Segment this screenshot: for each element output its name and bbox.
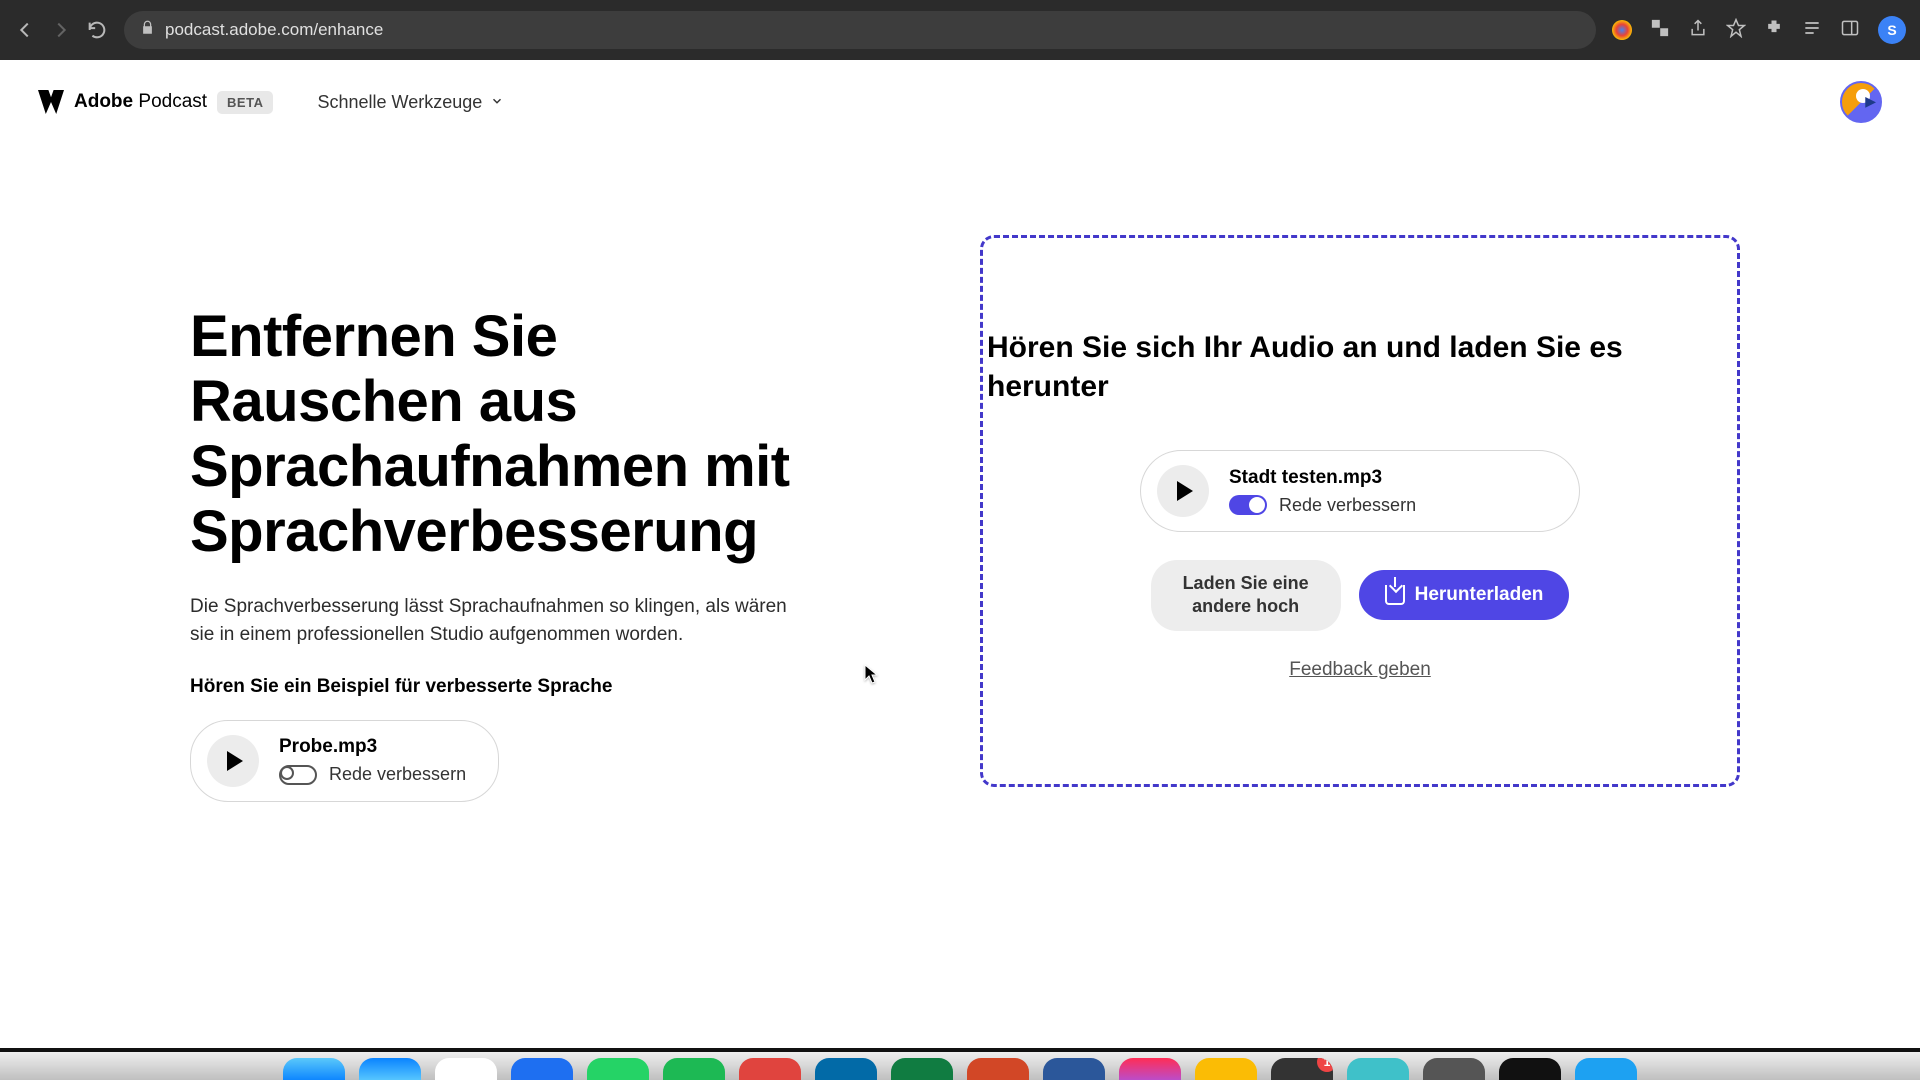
url-text: podcast.adobe.com/enhance: [165, 20, 383, 40]
macos-dock[interactable]: 1: [0, 1050, 1920, 1080]
download-button[interactable]: Herunterladen: [1359, 570, 1570, 620]
quick-tools-menu[interactable]: Schnelle Werkzeuge: [317, 92, 504, 113]
dock-whatsapp-icon[interactable]: [587, 1058, 649, 1080]
logo-text: Adobe Podcast: [74, 91, 207, 113]
forward-button[interactable]: [50, 19, 72, 41]
lock-icon: [140, 20, 155, 40]
address-bar[interactable]: podcast.adobe.com/enhance: [124, 11, 1596, 49]
dock-excel-icon[interactable]: [891, 1058, 953, 1080]
dock-powerpoint-icon[interactable]: [967, 1058, 1029, 1080]
panel-icon[interactable]: [1840, 18, 1860, 43]
page-subtitle: Die Sprachverbesserung lässt Sprachaufna…: [190, 593, 790, 650]
dock-app-icon[interactable]: [1119, 1058, 1181, 1080]
browser-chrome: podcast.adobe.com/enhance S: [0, 0, 1920, 60]
example-label: Hören Sie ein Beispiel für verbesserte S…: [190, 676, 810, 698]
play-icon: [1177, 481, 1193, 501]
google-icon[interactable]: [1612, 20, 1632, 40]
bookmark-icon[interactable]: [1726, 18, 1746, 43]
dock-app3-icon[interactable]: [1423, 1058, 1485, 1080]
dock-spotify-icon[interactable]: [663, 1058, 725, 1080]
upload-dropzone[interactable]: Hören Sie sich Ihr Audio an und laden Si…: [980, 235, 1740, 787]
sample-enhance-label: Rede verbessern: [329, 764, 466, 785]
reading-list-icon[interactable]: [1802, 18, 1822, 43]
dock-chrome-icon[interactable]: [435, 1058, 497, 1080]
dock-settings-icon[interactable]: 1: [1271, 1058, 1333, 1080]
dock-badge: 1: [1317, 1058, 1333, 1072]
chevron-down-icon: [490, 92, 504, 113]
download-icon: [1385, 585, 1405, 605]
translate-icon[interactable]: [1650, 18, 1670, 43]
play-user-audio-button[interactable]: [1157, 465, 1209, 517]
sample-file-name: Probe.mp3: [279, 736, 466, 758]
upload-another-button[interactable]: Laden Sie eine andere hoch: [1151, 560, 1341, 631]
dock-terminal-icon[interactable]: [1499, 1058, 1561, 1080]
reload-button[interactable]: [86, 19, 108, 41]
sample-audio-card: Probe.mp3 Rede verbessern: [190, 720, 499, 802]
dock-app2-icon[interactable]: [1347, 1058, 1409, 1080]
dock-safari-icon[interactable]: [359, 1058, 421, 1080]
user-file-name: Stadt testen.mp3: [1229, 467, 1416, 489]
dock-word-icon[interactable]: [1043, 1058, 1105, 1080]
user-avatar[interactable]: [1840, 81, 1882, 123]
adobe-logo-icon: [38, 90, 64, 114]
page-title: Entfernen Sie Rauschen aus Sprachaufnahm…: [190, 305, 810, 565]
download-label: Herunterladen: [1415, 584, 1544, 606]
feedback-link[interactable]: Feedback geben: [1289, 659, 1431, 681]
dock-drive-icon[interactable]: [1195, 1058, 1257, 1080]
play-sample-button[interactable]: [207, 735, 259, 787]
browser-profile-avatar[interactable]: S: [1878, 16, 1906, 44]
share-icon[interactable]: [1688, 18, 1708, 43]
dock-finder-icon[interactable]: [283, 1058, 345, 1080]
play-icon: [227, 751, 243, 771]
upload-panel-title: Hören Sie sich Ihr Audio an und laden Si…: [983, 328, 1737, 406]
beta-badge: BETA: [217, 91, 273, 114]
user-enhance-label: Rede verbessern: [1279, 495, 1416, 516]
dock-trello-icon[interactable]: [815, 1058, 877, 1080]
extensions-icon[interactable]: [1764, 18, 1784, 43]
user-enhance-toggle[interactable]: [1229, 495, 1267, 515]
logo[interactable]: Adobe Podcast BETA: [38, 90, 273, 114]
user-audio-card: Stadt testen.mp3 Rede verbessern: [1140, 450, 1580, 532]
dock-todoist-icon[interactable]: [739, 1058, 801, 1080]
quick-tools-label: Schnelle Werkzeuge: [317, 92, 482, 113]
app-header: Adobe Podcast BETA Schnelle Werkzeuge: [0, 60, 1920, 145]
back-button[interactable]: [14, 19, 36, 41]
sample-enhance-toggle[interactable]: [279, 765, 317, 785]
dock-twitter-icon[interactable]: [1575, 1058, 1637, 1080]
dock-mail-icon[interactable]: [511, 1058, 573, 1080]
